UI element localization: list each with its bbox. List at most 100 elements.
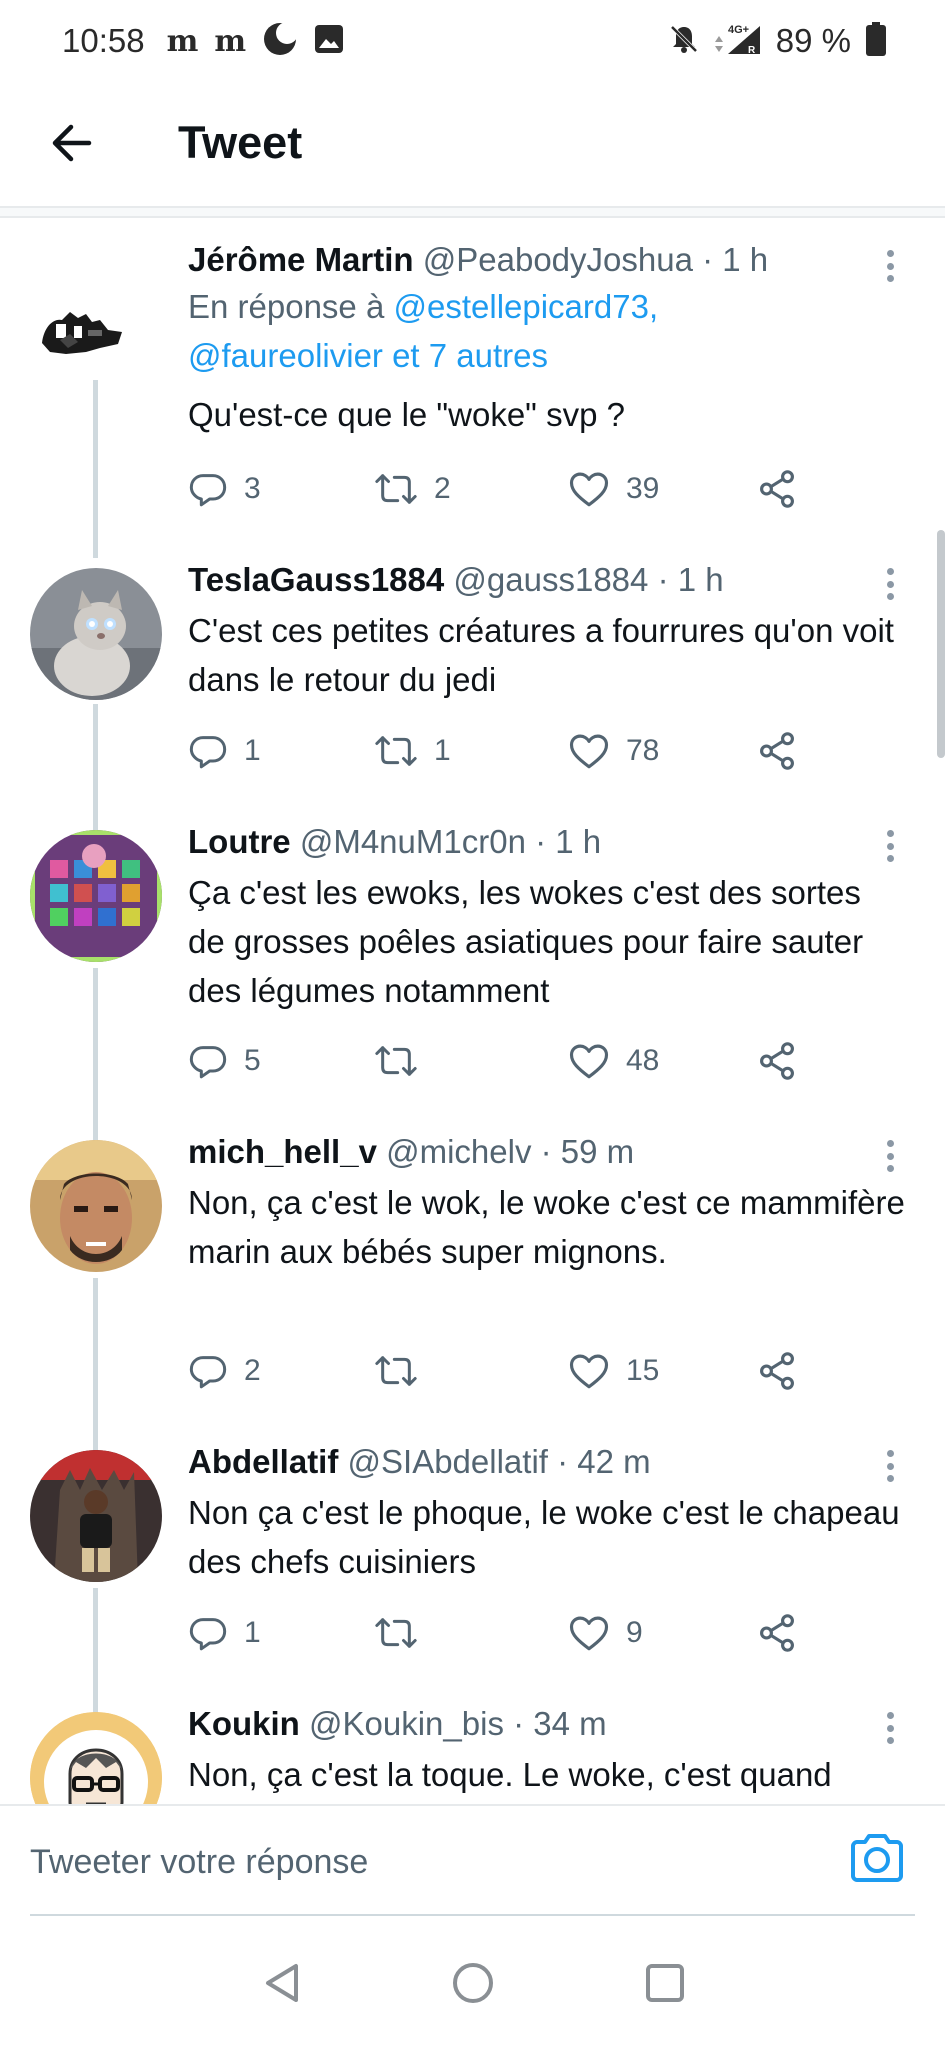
reply-button[interactable]: 1 (188, 726, 261, 776)
avatar[interactable] (30, 248, 162, 380)
nav-recents-square-icon (646, 1964, 684, 2002)
tweet-text: Non, ça c'est le wok, le woke c'est ce m… (188, 1184, 905, 1270)
display-name[interactable]: Abdellatif (188, 1443, 338, 1480)
reply-prefix: En réponse à (188, 288, 385, 325)
like-button[interactable]: 39 (568, 464, 659, 514)
tweet-content: Koukin @Koukin_bis · 34 m Non, ça c'est … (188, 1702, 905, 1799)
tweet-content: Loutre @M4nuM1cr0n · 1 h Ça c'est les ew… (188, 820, 905, 1015)
handle[interactable]: @michelv (386, 1133, 531, 1170)
camera-button[interactable] (847, 1828, 907, 1888)
display-name[interactable]: TeslaGauss1884 (188, 561, 444, 598)
svg-text:R: R (748, 45, 756, 56)
heart-icon (569, 472, 609, 507)
timestamp: · 1 h (657, 561, 724, 598)
avatar[interactable] (30, 1450, 162, 1582)
retweet-button[interactable]: 1 (374, 726, 451, 776)
retweet-icon (375, 1356, 417, 1386)
like-button[interactable]: 48 (568, 1036, 659, 1086)
status-bar: 10:58 m m 4G+ R 89 % (0, 0, 945, 82)
reply-button[interactable]: 3 (188, 464, 261, 514)
tweet[interactable]: Jérôme Martin @PeabodyJoshua · 1 h En ré… (0, 218, 945, 538)
reply-button[interactable]: 1 (188, 1608, 261, 1658)
share-button[interactable] (756, 726, 798, 776)
tweet[interactable]: Abdellatif @SIAbdellatif · 42 m Non ça c… (0, 1420, 945, 1682)
timestamp: · 1 h (535, 823, 602, 860)
like-count: 15 (626, 1354, 660, 1387)
display-name[interactable]: mich_hell_v (188, 1133, 377, 1170)
avatar[interactable] (30, 1140, 162, 1272)
tweet[interactable]: TeslaGauss1884 @gauss1884 · 1 h C'est ce… (0, 538, 945, 800)
tweet-actions: 5 48 (188, 1036, 828, 1086)
timestamp: · 42 m (557, 1443, 651, 1480)
scrollbar-thumb[interactable] (937, 530, 945, 758)
retweet-icon (375, 1046, 417, 1076)
handle[interactable]: @M4nuM1cr0n (300, 823, 526, 860)
retweet-count: 2 (434, 472, 451, 505)
avatar[interactable] (30, 830, 162, 962)
tweet-header: Koukin @Koukin_bis · 34 m (188, 1702, 905, 1746)
tweet-header: Abdellatif @SIAbdellatif · 42 m (188, 1440, 905, 1484)
reply-icon (189, 474, 227, 507)
tweet-text: Non, ça c'est la toque. Le woke, c'est q… (188, 1756, 832, 1793)
display-name[interactable]: Loutre (188, 823, 291, 860)
reply-count: 1 (244, 734, 261, 767)
share-icon (760, 470, 794, 508)
tweet[interactable]: Koukin @Koukin_bis · 34 m Non, ça c'est … (0, 1682, 945, 1804)
share-button[interactable] (756, 1346, 798, 1396)
reply-context: En réponse à @estellepicard73, @faureoli… (188, 282, 905, 380)
reply-input[interactable] (30, 1834, 810, 1890)
reply-button[interactable]: 5 (188, 1036, 261, 1086)
timestamp: · 34 m (513, 1705, 607, 1742)
moon-icon (262, 21, 299, 62)
like-button[interactable]: 9 (568, 1608, 643, 1658)
nav-back-button[interactable] (258, 1958, 308, 2008)
heart-icon (569, 1354, 609, 1389)
reply-icon (189, 1618, 227, 1651)
handle[interactable]: @SIAbdellatif (348, 1443, 548, 1480)
retweet-icon (375, 736, 417, 766)
replies-feed[interactable]: Jérôme Martin @PeabodyJoshua · 1 h En ré… (0, 218, 945, 1804)
reply-count: 1 (244, 1616, 261, 1649)
retweet-button[interactable] (374, 1036, 434, 1086)
header-divider (0, 206, 945, 218)
mention-link[interactable]: @estellepicard73, (393, 288, 658, 325)
share-icon (760, 1614, 794, 1652)
tweet-header: TeslaGauss1884 @gauss1884 · 1 h (188, 558, 905, 602)
timestamp: · 1 h (702, 241, 769, 278)
display-name[interactable]: Koukin (188, 1705, 300, 1742)
like-button[interactable]: 78 (568, 726, 659, 776)
tweet-text: Non ça c'est le phoque, le woke c'est le… (188, 1494, 900, 1580)
share-button[interactable] (756, 1608, 798, 1658)
nav-home-button[interactable] (448, 1958, 498, 2008)
tweet[interactable]: mich_hell_v @michelv · 59 m Non, ça c'es… (0, 1110, 945, 1420)
page-title: Tweet (178, 117, 303, 168)
back-button[interactable] (36, 108, 106, 178)
retweet-button[interactable]: 2 (374, 464, 451, 514)
tweet-text: Qu'est-ce que le "woke" svp ? (188, 396, 625, 433)
reply-button[interactable]: 2 (188, 1346, 261, 1396)
retweet-button[interactable] (374, 1608, 434, 1658)
heart-icon (569, 1616, 609, 1651)
avatar[interactable] (30, 568, 162, 700)
avatar[interactable] (30, 1712, 162, 1804)
display-name[interactable]: Jérôme Martin (188, 241, 414, 278)
android-nav-bar (0, 1916, 945, 2048)
share-button[interactable] (756, 1036, 798, 1086)
heart-icon (569, 734, 609, 769)
tweet-text: C'est ces petites créatures a fourrures … (188, 612, 894, 698)
tweet-content: TeslaGauss1884 @gauss1884 · 1 h C'est ce… (188, 558, 905, 704)
tweet-content: Abdellatif @SIAbdellatif · 42 m Non ça c… (188, 1440, 905, 1586)
tweet-text: Ça c'est les ewoks, les wokes c'est des … (188, 874, 864, 1009)
handle[interactable]: @gauss1884 (453, 561, 648, 598)
tweet[interactable]: Loutre @M4nuM1cr0n · 1 h Ça c'est les ew… (0, 800, 945, 1110)
mention-link[interactable]: @faureolivier et 7 autres (188, 337, 548, 374)
newspaper-m-icon: m (166, 23, 199, 59)
battery-icon (865, 21, 887, 62)
handle[interactable]: @Koukin_bis (309, 1705, 504, 1742)
timestamp: · 59 m (540, 1133, 635, 1170)
nav-recents-button[interactable] (640, 1958, 690, 2008)
retweet-button[interactable] (374, 1346, 434, 1396)
handle[interactable]: @PeabodyJoshua (423, 241, 693, 278)
share-button[interactable] (756, 464, 798, 514)
like-button[interactable]: 15 (568, 1346, 659, 1396)
